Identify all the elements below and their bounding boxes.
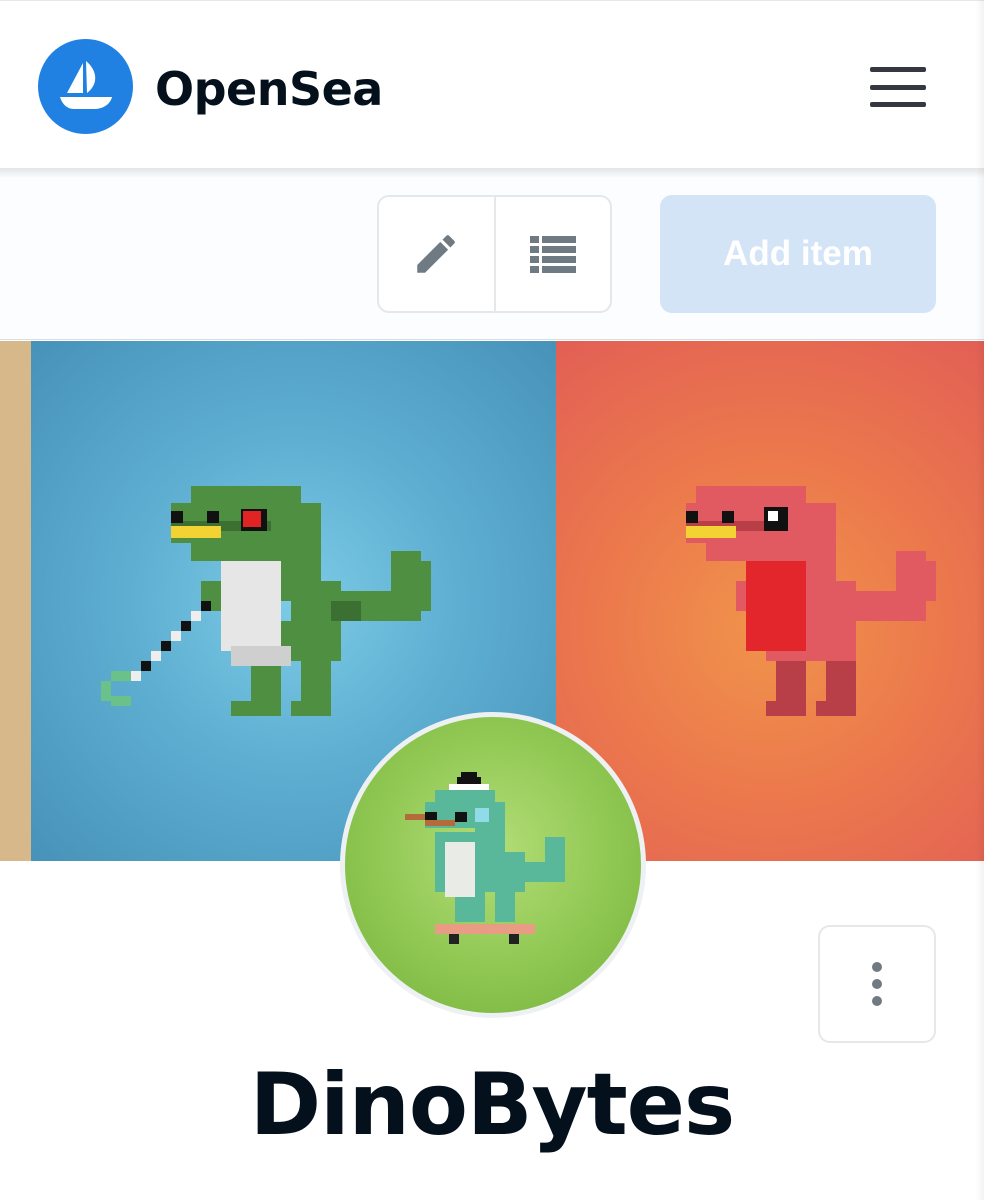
red-dino-image — [676, 481, 956, 731]
edit-collection-button[interactable] — [379, 197, 494, 311]
green-dino-image — [91, 481, 451, 731]
scroll-edge — [976, 0, 984, 1200]
profile-avatar — [340, 712, 646, 1018]
list-view-button[interactable] — [493, 197, 611, 311]
header-shadow — [0, 168, 984, 178]
more-options-button[interactable] — [818, 925, 936, 1043]
collection-toolbar: Add item — [0, 170, 984, 340]
hamburger-menu-icon[interactable] — [862, 61, 934, 113]
add-item-button[interactable]: Add item — [660, 195, 936, 313]
site-header: OpenSea — [0, 0, 984, 170]
list-view-icon — [529, 236, 576, 273]
more-vertical-icon — [872, 962, 882, 972]
brand-name[interactable]: OpenSea — [155, 59, 383, 119]
collection-name: DinoBytes — [249, 1055, 735, 1155]
banner-panel-tan — [0, 341, 31, 861]
edit-button-group — [377, 195, 612, 313]
pencil-icon — [417, 235, 456, 273]
dino-avatar-image — [405, 772, 585, 966]
opensea-logo-icon[interactable] — [38, 39, 133, 134]
